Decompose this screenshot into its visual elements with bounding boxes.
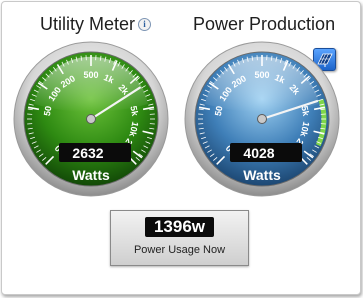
power-usage-value: 1396w [145,217,214,237]
gauge-hub [257,114,267,124]
gauge-tick-label: 50 [213,105,225,117]
gauge-tick-label: 50 [42,105,54,117]
info-icon[interactable]: i [138,17,152,31]
utility-meter-title: Utility Meter i [40,14,152,35]
power-usage-label: Power Usage Now [133,244,226,256]
gauge-unit: Watts [72,167,110,183]
utility-meter-gauge: 10501002005001k2k5k10k20k25k 2632 Watts [12,40,170,198]
power-production-gauge: 10501002005001k2k5k10k20k25k 4028 Watts [183,40,341,198]
utility-meter-title-text: Utility Meter [40,14,136,34]
gauge-hub [86,114,96,124]
power-usage-now-box: 1396w Power Usage Now [110,210,249,266]
energy-widget-panel: Utility Meter i Power Production 50 100 … [1,1,361,295]
utility-meter-dial: 10501002005001k2k5k10k20k25k 2632 Watts [13,41,169,197]
gauge-tick-label: 500 [83,70,98,80]
power-production-dial: 10501002005001k2k5k10k20k25k 4028 Watts [184,41,340,197]
gauge-value: 4028 [243,145,274,161]
gauge-unit: Watts [243,167,281,183]
gauge-value: 2632 [72,145,103,161]
gauge-tick-label: 500 [254,70,269,80]
power-production-title: Power Production [193,14,336,34]
